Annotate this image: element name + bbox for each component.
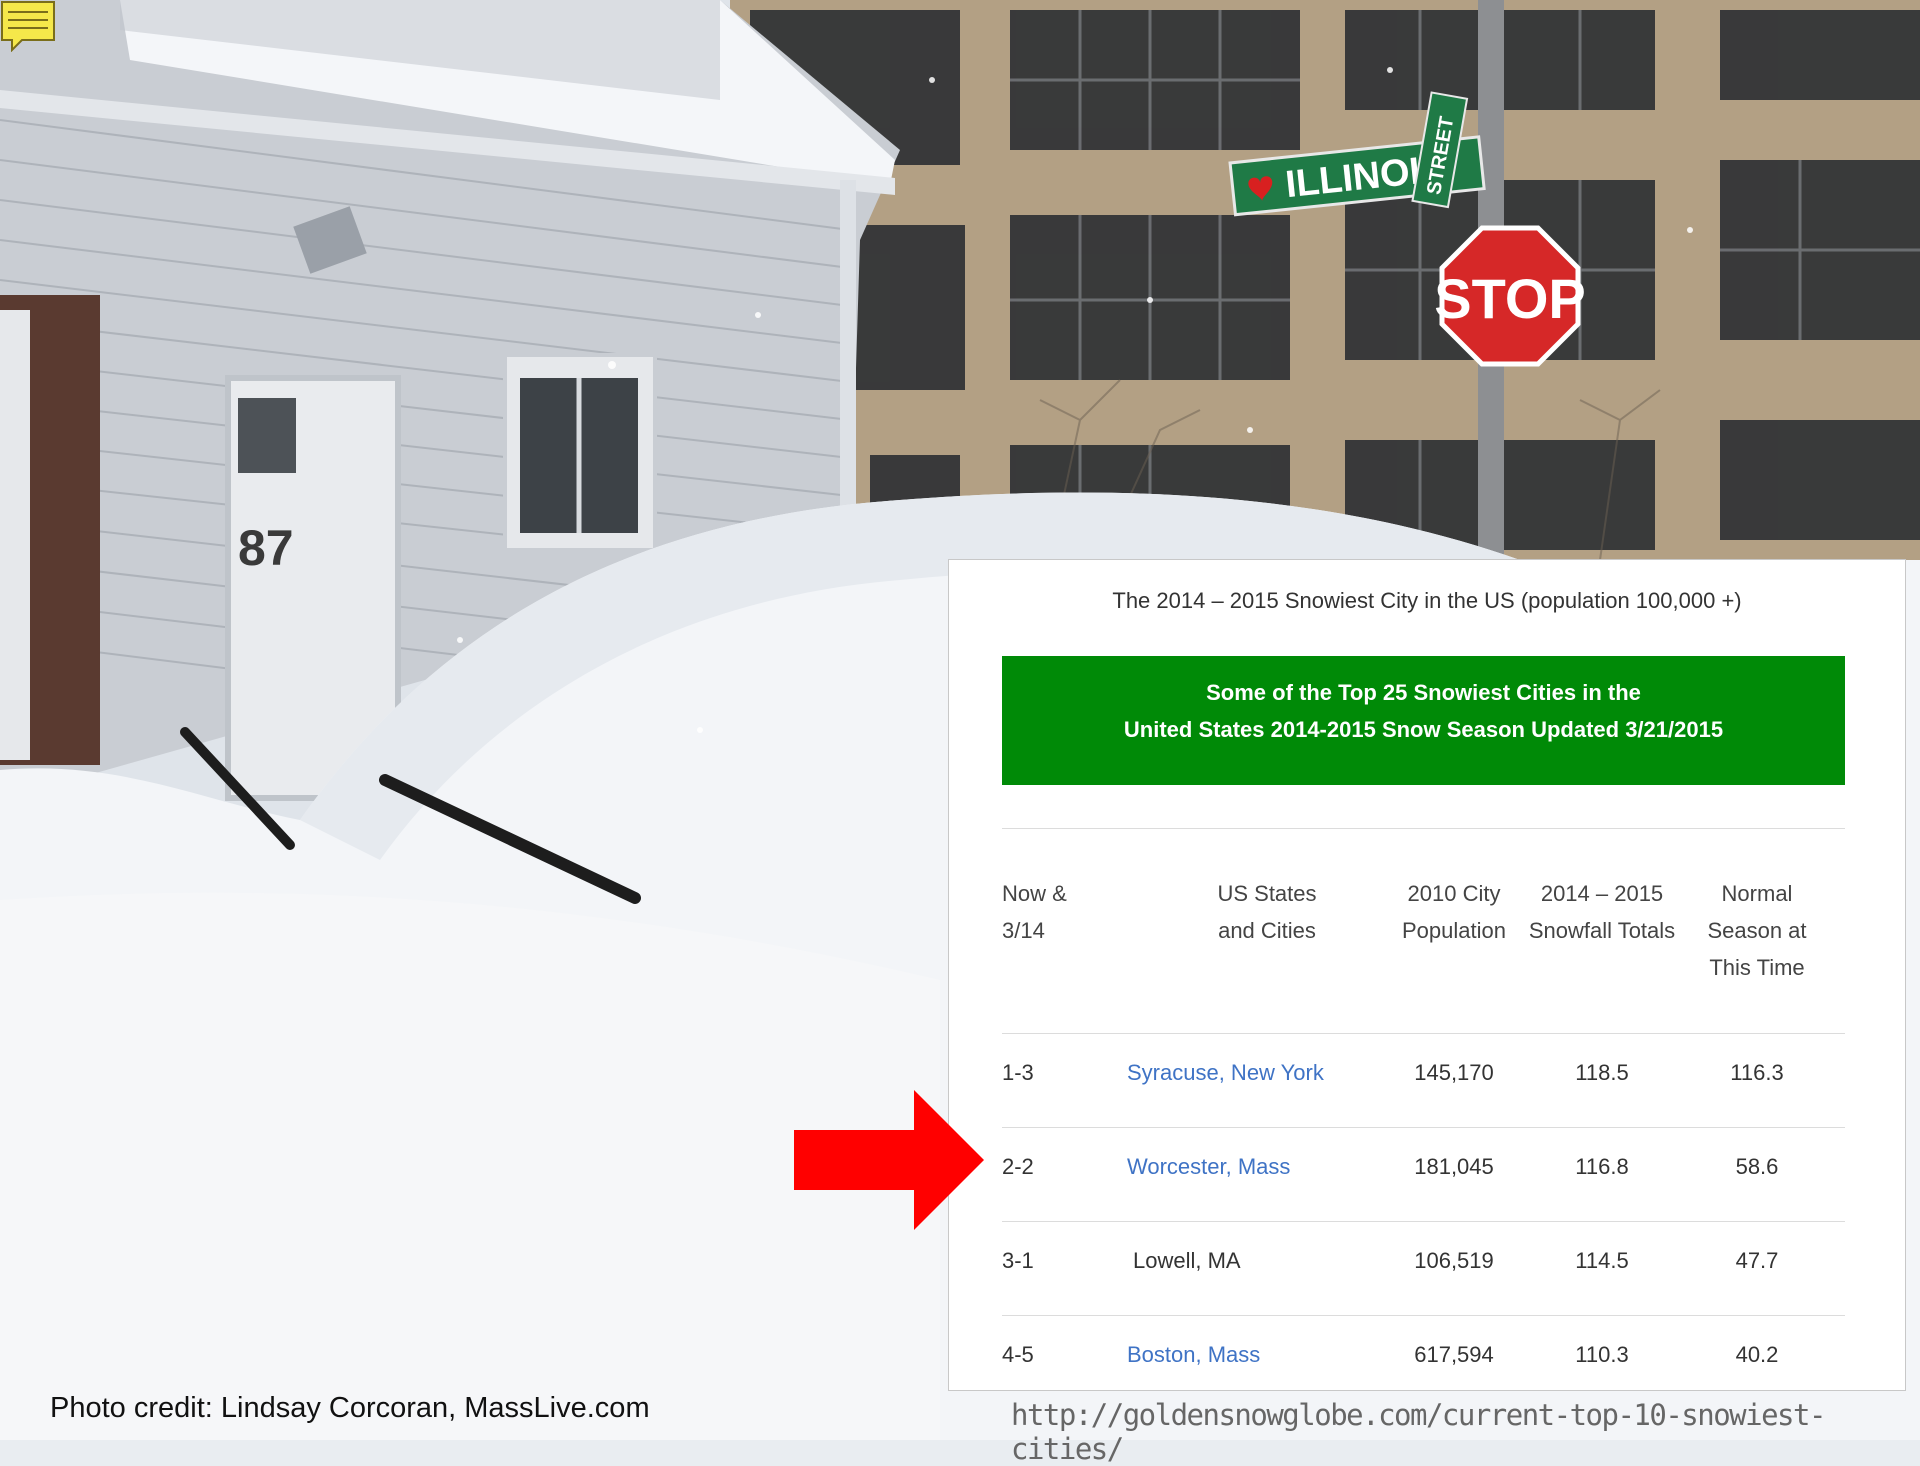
note-icon[interactable] [0, 0, 56, 52]
cell-population: 145,170 [1414, 1060, 1494, 1085]
house-number: 87 [238, 520, 294, 576]
stop-sign-text: STOP [1434, 267, 1585, 330]
header-rank: Now & 3/14 [1002, 881, 1067, 943]
cell-snowfall: 110.3 [1575, 1342, 1629, 1367]
cell-snowfall: 118.5 [1575, 1060, 1629, 1085]
cell-population: 617,594 [1414, 1342, 1494, 1367]
source-url[interactable]: http://goldensnowglobe.com/current-top-1… [1011, 1398, 1920, 1466]
cell-normal: 58.6 [1735, 1154, 1779, 1179]
cell-rank: 4-5 [1002, 1342, 1034, 1367]
cell-snowfall: 114.5 [1575, 1248, 1629, 1273]
header-normal: Normal Season at This Time [1707, 881, 1807, 980]
table-divider [1002, 828, 1845, 829]
cell-snowfall: 116.8 [1575, 1154, 1629, 1179]
banner-line-1: Some of the Top 25 Snowiest Cities in th… [1206, 680, 1641, 705]
table-banner: Some of the Top 25 Snowiest Cities in th… [1002, 656, 1845, 785]
cell-rank: 3-1 [1002, 1248, 1034, 1273]
panel-caption: The 2014 – 2015 Snowiest City in the US … [1112, 588, 1742, 613]
cell-normal: 47.7 [1735, 1248, 1779, 1273]
row-divider [1002, 1127, 1845, 1128]
cell-population: 181,045 [1414, 1154, 1494, 1179]
banner-line-2: United States 2014-2015 Snow Season Upda… [1123, 717, 1724, 742]
cell-normal: 40.2 [1735, 1342, 1779, 1367]
photo-credit: Photo credit: Lindsay Corcoran, MassLive… [50, 1392, 650, 1424]
row-divider [1002, 1033, 1845, 1034]
header-city: US States and Cities [1217, 881, 1317, 943]
red-arrow-icon [794, 1090, 984, 1230]
cell-rank: 1-3 [1002, 1060, 1034, 1085]
header-snowfall: 2014 – 2015 Snowfall Totals [1528, 881, 1676, 943]
cell-population: 106,519 [1414, 1248, 1494, 1273]
snowiest-cities-panel: The 2014 – 2015 Snowiest City in the US … [948, 559, 1906, 1391]
row-divider [1002, 1315, 1845, 1316]
header-population: 2010 City Population [1402, 881, 1506, 943]
cell-normal: 116.3 [1730, 1060, 1784, 1085]
cell-rank: 2-2 [1002, 1154, 1034, 1179]
row-divider [1002, 1221, 1845, 1222]
